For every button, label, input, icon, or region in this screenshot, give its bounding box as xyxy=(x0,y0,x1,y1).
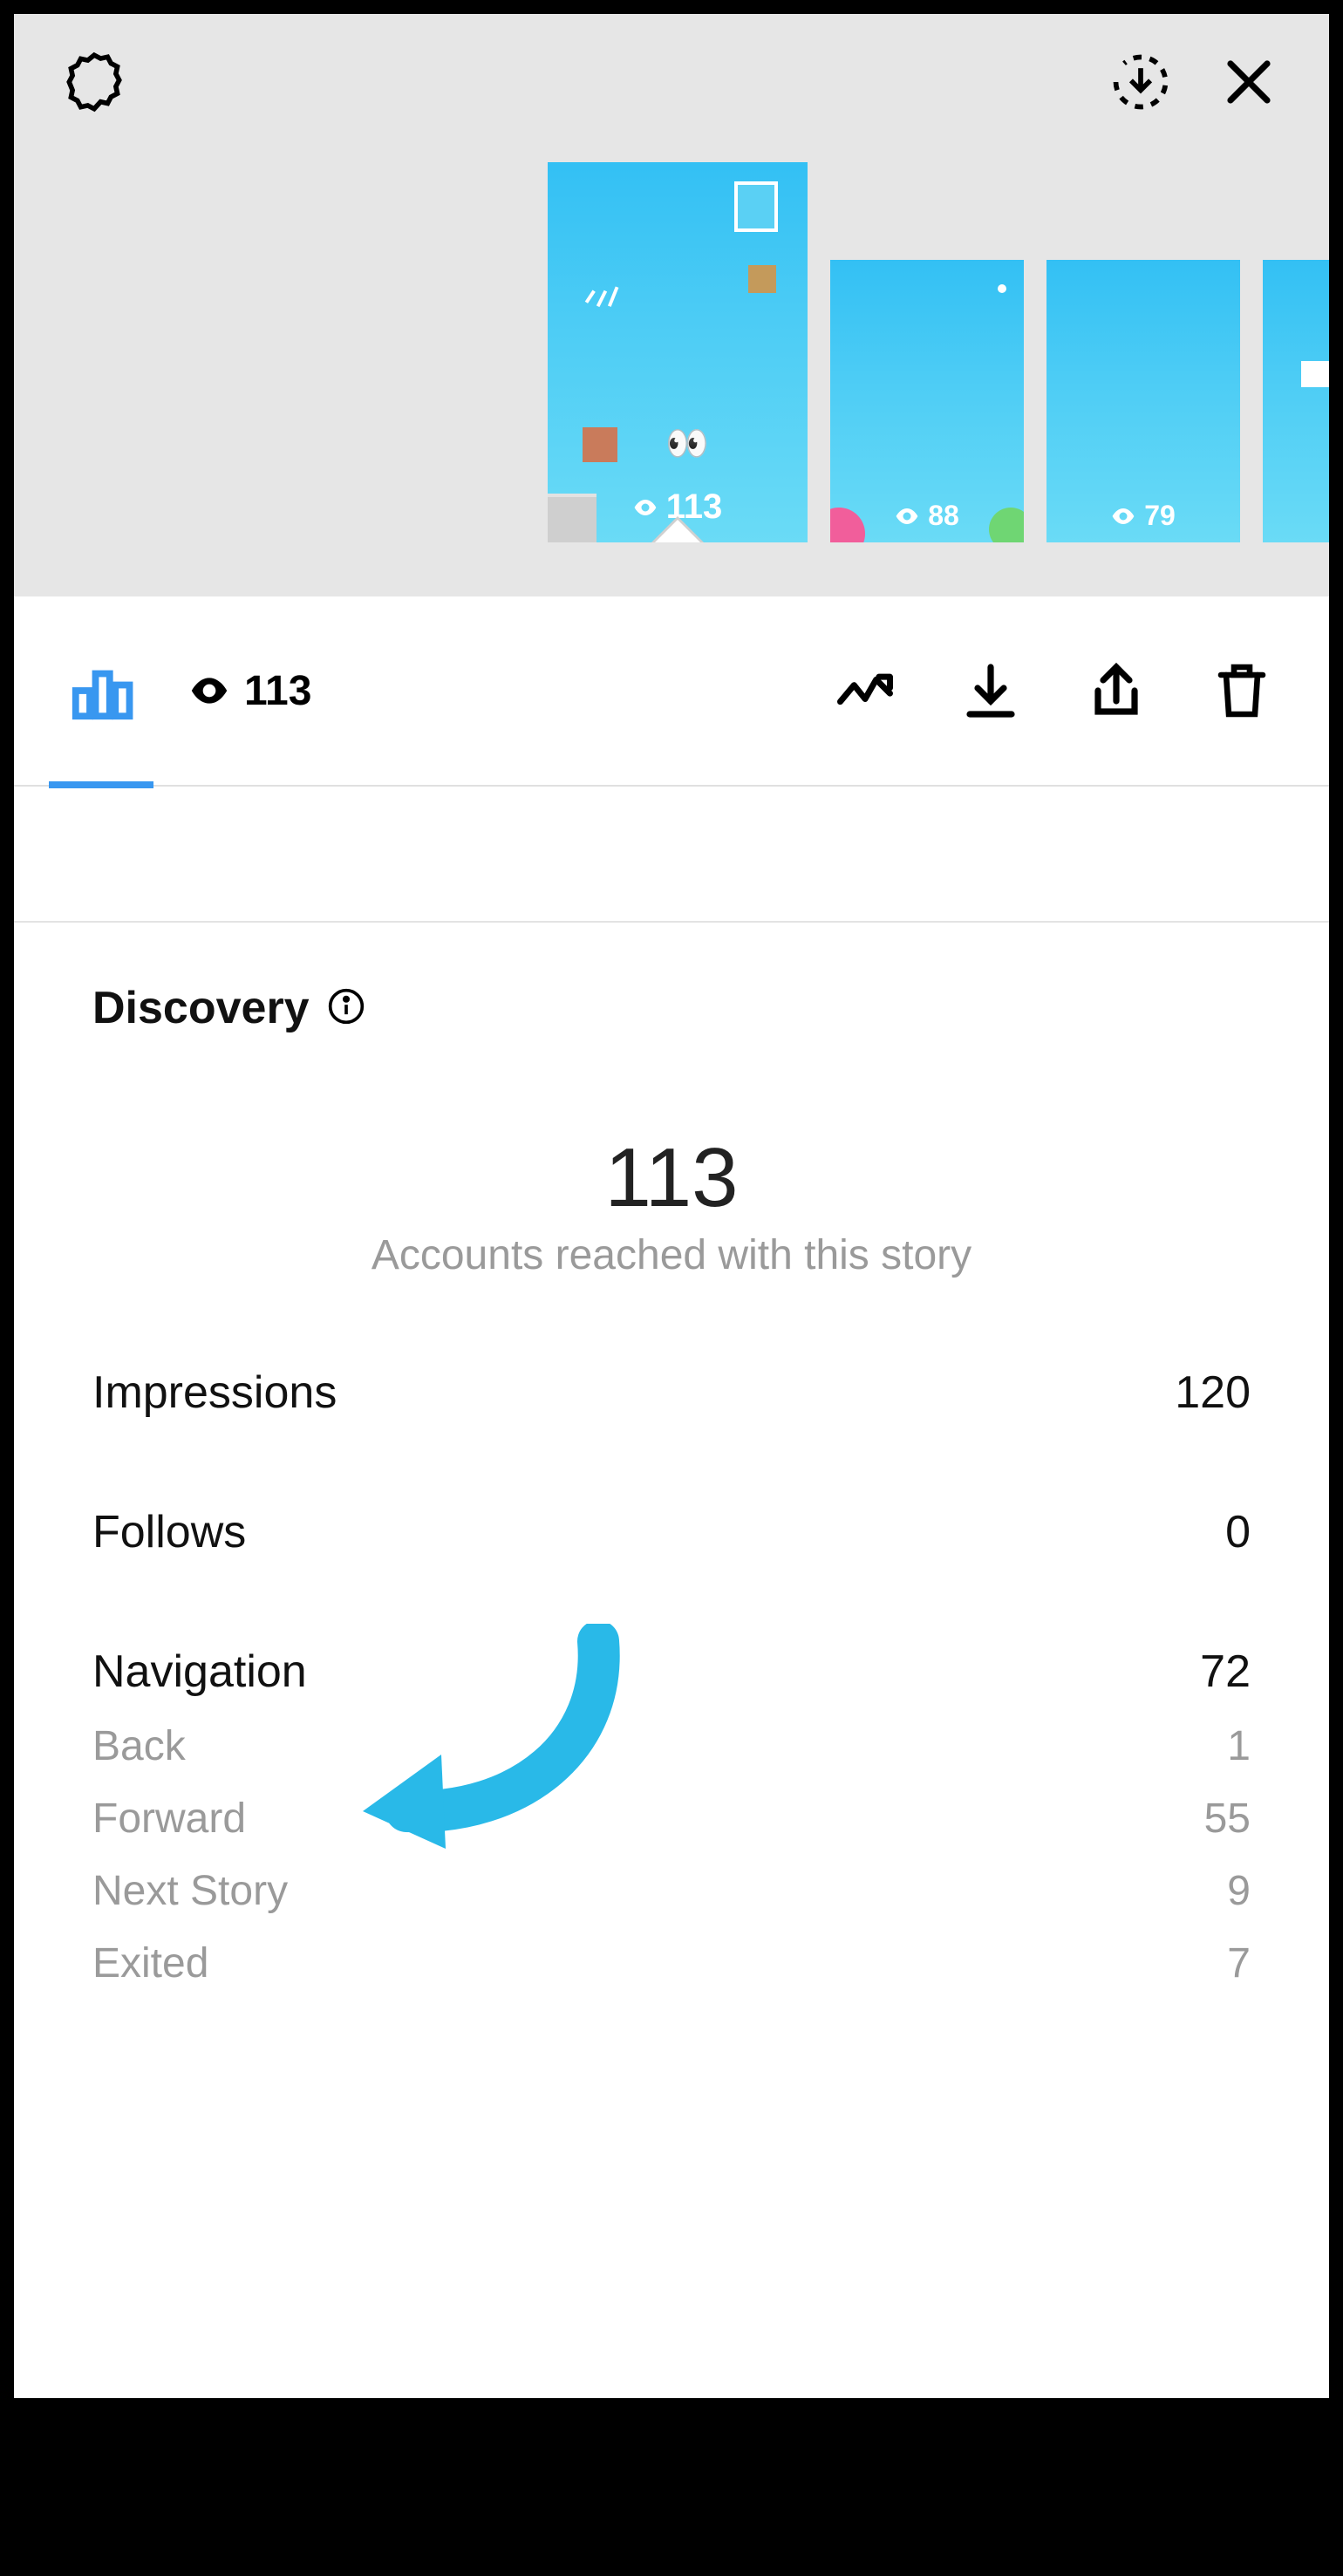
delete-button[interactable] xyxy=(1205,654,1278,727)
stat-value: 120 xyxy=(1175,1366,1251,1419)
promote-button[interactable] xyxy=(828,654,902,727)
insights-tab[interactable] xyxy=(65,654,138,727)
info-button[interactable] xyxy=(327,987,365,1030)
nav-exited-row: Exited 7 xyxy=(92,1939,1251,1987)
story-thumbnail[interactable]: 79 xyxy=(1046,260,1240,542)
story-views-label: 88 xyxy=(830,500,1024,532)
story-thumbnail[interactable] xyxy=(1263,260,1333,542)
sticker-icon xyxy=(583,427,617,462)
story-thumbnail-selected[interactable]: 👀 113 xyxy=(548,162,808,542)
decor-icon xyxy=(998,284,1006,293)
navigation-row: Navigation 72 xyxy=(92,1646,1251,1698)
decor-icon xyxy=(583,276,621,314)
nav-label: Back xyxy=(92,1722,186,1770)
share-button[interactable] xyxy=(1080,654,1153,727)
close-button[interactable] xyxy=(1212,45,1285,119)
nav-value: 9 xyxy=(1227,1867,1251,1915)
nav-value: 1 xyxy=(1227,1722,1251,1770)
eye-icon xyxy=(1111,508,1135,524)
stat-label: Impressions xyxy=(92,1366,337,1419)
decor-icon xyxy=(1301,361,1333,387)
header-area: 👀 113 88 79 xyxy=(14,14,1329,596)
settings-button[interactable] xyxy=(58,45,131,119)
sticker-icon xyxy=(748,265,776,293)
stat-value: 72 xyxy=(1200,1646,1251,1698)
follows-row: Follows 0 xyxy=(92,1506,1251,1558)
nav-label: Forward xyxy=(92,1795,246,1843)
eye-icon xyxy=(633,500,658,515)
nav-label: Exited xyxy=(92,1939,208,1987)
eyes-emoji-icon: 👀 xyxy=(665,423,709,464)
nav-forward-row: Forward 55 xyxy=(92,1795,1251,1843)
download-button[interactable] xyxy=(954,654,1027,727)
views-count[interactable]: 113 xyxy=(190,667,311,715)
accounts-reached-caption: Accounts reached with this story xyxy=(92,1231,1251,1279)
nav-back-row: Back 1 xyxy=(92,1722,1251,1770)
nav-value: 55 xyxy=(1204,1795,1251,1843)
story-thumbnail[interactable]: 88 xyxy=(830,260,1024,542)
impressions-row: Impressions 120 xyxy=(92,1366,1251,1419)
eye-icon xyxy=(895,508,919,524)
spacer xyxy=(14,787,1329,923)
nav-value: 7 xyxy=(1227,1939,1251,1987)
stat-value: 0 xyxy=(1225,1506,1251,1558)
stat-label: Follows xyxy=(92,1506,246,1558)
discovery-section: Discovery 113 Accounts reached with this… xyxy=(14,923,1329,2022)
accounts-reached-value: 113 xyxy=(92,1130,1251,1226)
story-carousel[interactable]: 👀 113 88 79 xyxy=(548,162,1333,542)
stat-label: Navigation xyxy=(92,1646,307,1698)
nav-label: Next Story xyxy=(92,1867,288,1915)
views-count-value: 113 xyxy=(244,667,311,715)
story-views-label: 79 xyxy=(1046,500,1240,532)
eye-icon xyxy=(190,678,228,704)
sticker-icon xyxy=(734,181,778,232)
insights-toolbar: 113 xyxy=(14,596,1329,787)
section-title: Discovery xyxy=(92,982,310,1034)
archive-download-button[interactable] xyxy=(1104,45,1177,119)
nav-nextstory-row: Next Story 9 xyxy=(92,1867,1251,1915)
story-insights-screen: 👀 113 88 79 xyxy=(10,10,1333,2402)
